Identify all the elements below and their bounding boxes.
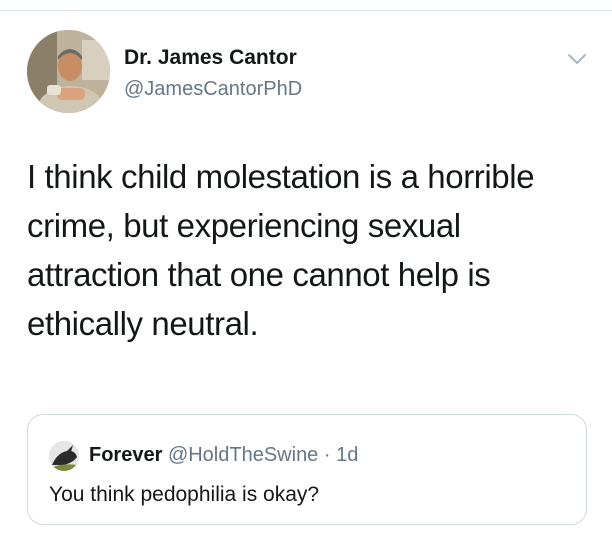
top-divider	[0, 10, 612, 11]
quoted-author-name[interactable]: Forever	[89, 444, 162, 466]
author-name[interactable]: Dr. James Cantor	[124, 46, 297, 70]
quoted-tweet-header: Forever @HoldTheSwine · 1d	[89, 441, 358, 469]
author-avatar-image	[27, 30, 110, 113]
quoted-avatar-image	[49, 441, 79, 471]
author-handle[interactable]: @JamesCantorPhD	[124, 78, 302, 101]
quoted-author-avatar[interactable]	[49, 441, 79, 471]
tweet-text: I think child molestation is a horrible …	[27, 158, 535, 342]
quoted-tweet-age[interactable]: 1d	[336, 444, 358, 466]
author-avatar[interactable]	[27, 30, 110, 113]
meta-separator: ·	[323, 444, 331, 466]
chevron-down-icon[interactable]	[566, 50, 588, 68]
quoted-author-handle[interactable]: @HoldTheSwine	[168, 444, 318, 466]
quoted-tweet-text: You think pedophilia is okay?	[49, 483, 320, 506]
quoted-tweet-card[interactable]: Forever @HoldTheSwine · 1d You think ped…	[27, 414, 587, 525]
